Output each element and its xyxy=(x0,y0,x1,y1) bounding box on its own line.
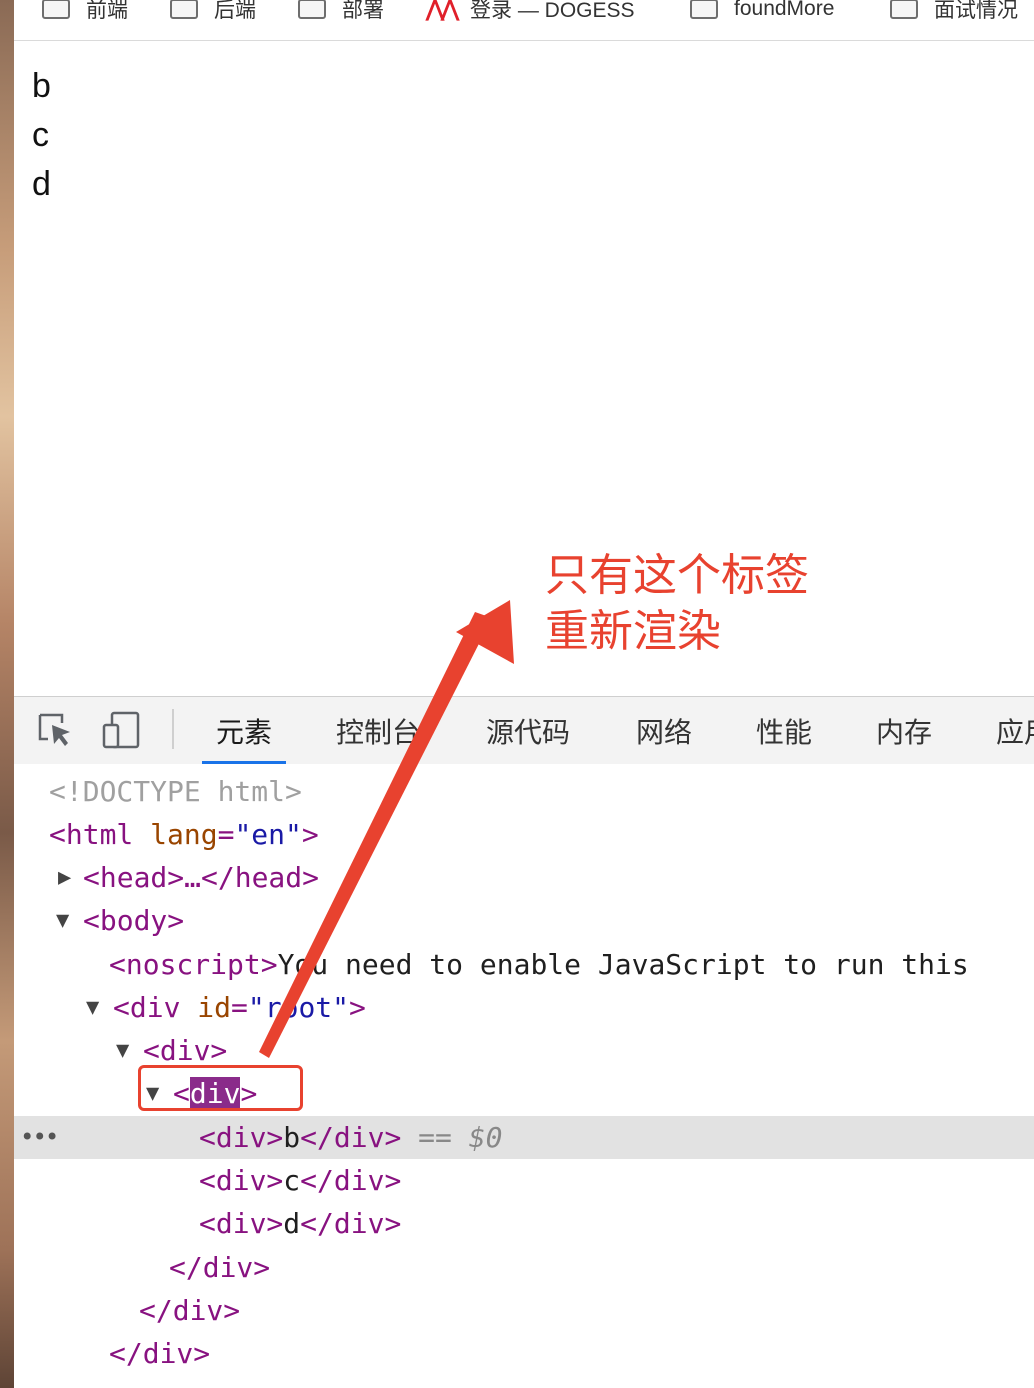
noscript-text: You need to enable JavaScript to run thi… xyxy=(277,948,969,981)
arrow-head xyxy=(456,600,514,664)
bookmark-interview[interactable]: 面试情况 xyxy=(890,0,1018,24)
more-options-icon[interactable]: ••• xyxy=(20,1116,59,1159)
body-tag: <body> xyxy=(83,904,185,937)
tab-elements[interactable]: 元素 xyxy=(201,697,287,765)
head-tag: <head>…</head> xyxy=(83,861,320,894)
site-logo-icon: ⋀⋀ xyxy=(426,0,459,21)
dom-node-head[interactable]: ▶ <head>…</head> xyxy=(14,856,1034,899)
close-tag: </div> xyxy=(109,1337,211,1370)
bookmark-dogess-login[interactable]: ⋀⋀ 登录 — DOGESS xyxy=(426,0,635,24)
device-toolbar-icon[interactable] xyxy=(102,711,142,751)
dom-node-close-root[interactable]: </div> xyxy=(14,1332,1034,1375)
collapse-triangle-icon[interactable]: ▼ xyxy=(116,1029,136,1072)
tag-text: <div> xyxy=(199,1121,284,1154)
annotation-line-2: 重新渲染 xyxy=(545,606,721,657)
tag-text: <div> xyxy=(199,1164,284,1197)
folder-icon xyxy=(42,0,70,19)
tab-application[interactable]: 应用 xyxy=(996,697,1034,765)
div-c-tag: <div>c</div> xyxy=(199,1159,401,1202)
bookmarks-bar: 前端 后端 部署 ⋀⋀ 登录 — DOGESS foundMore 面试情况 xyxy=(14,0,1034,41)
html-tag: <html lang="en"> xyxy=(49,818,319,851)
attr-value: "en" xyxy=(234,818,302,851)
close-tag: </div> xyxy=(169,1251,271,1284)
folder-icon xyxy=(170,0,198,19)
tab-network[interactable]: 网络 xyxy=(636,697,692,765)
dom-node-div-d[interactable]: <div>d</div> xyxy=(14,1202,1034,1245)
bookmark-label: 部署 xyxy=(342,0,384,22)
tab-memory[interactable]: 内存 xyxy=(876,697,932,765)
dom-node-noscript[interactable]: <noscript>You need to enable JavaScript … xyxy=(14,943,1034,986)
bookmark-label: 面试情况 xyxy=(934,0,1018,22)
page-content: b c d xyxy=(32,62,51,209)
tag-text: <html xyxy=(49,818,134,851)
content-line-d: d xyxy=(32,165,51,203)
attr-name: id xyxy=(197,991,232,1024)
node-text: c xyxy=(283,1164,301,1197)
close-tag: </div> xyxy=(139,1294,241,1327)
doctype-text: <!DOCTYPE html> xyxy=(49,775,302,808)
dom-node-close-outer[interactable]: </div> xyxy=(14,1289,1034,1332)
bookmark-label: 登录 — DOGESS xyxy=(470,0,635,22)
tab-console[interactable]: 控制台 xyxy=(336,697,420,765)
tag-text: </div> xyxy=(300,1121,402,1154)
annotation-text: 只有这个标签 重新渲染 xyxy=(545,548,809,660)
collapse-triangle-icon[interactable]: ▼ xyxy=(86,986,106,1029)
bookmark-label: 后端 xyxy=(214,0,256,22)
expand-triangle-icon[interactable]: ▶ xyxy=(58,856,78,899)
tag-text: <div xyxy=(113,991,181,1024)
tab-sources[interactable]: 源代码 xyxy=(486,697,570,765)
inspect-element-icon[interactable] xyxy=(36,711,76,751)
dom-node-div-b-selected[interactable]: ••• <div>b</div> == $0 xyxy=(14,1116,1034,1159)
bookmark-frontend[interactable]: 前端 xyxy=(42,0,128,24)
tag-text: > xyxy=(301,818,319,851)
bookmark-backend[interactable]: 后端 xyxy=(170,0,256,24)
bookmark-label: foundMore xyxy=(734,0,835,20)
folder-icon xyxy=(690,0,718,19)
dom-node-doctype[interactable]: <!DOCTYPE html> xyxy=(14,770,1034,813)
annotation-line-1: 只有这个标签 xyxy=(545,550,809,601)
dom-node-close-inner[interactable]: </div> xyxy=(14,1246,1034,1289)
node-text: b xyxy=(283,1121,301,1154)
collapse-triangle-icon[interactable]: ▼ xyxy=(56,899,76,942)
folder-icon xyxy=(298,0,326,19)
noscript-tag: <noscript>You need to enable JavaScript … xyxy=(109,943,969,986)
div-b-tag: <div>b</div> == $0 xyxy=(199,1116,502,1159)
selected-marker: == xyxy=(418,1121,452,1154)
tag-text: </div> xyxy=(300,1164,402,1197)
dom-node-root-div[interactable]: ▼ <div id="root"> xyxy=(14,986,1034,1029)
folder-icon xyxy=(890,0,918,19)
bookmark-foundmore[interactable]: foundMore xyxy=(690,0,834,24)
attr-name: lang xyxy=(150,818,218,851)
tag-text: > xyxy=(349,991,366,1024)
desktop-wallpaper xyxy=(0,0,14,1388)
bookmark-deploy[interactable]: 部署 xyxy=(298,0,384,24)
toolbar-separator xyxy=(172,709,174,749)
tab-performance[interactable]: 性能 xyxy=(756,697,812,765)
devtools-toolbar: 元素 控制台 源代码 网络 性能 内存 应用 xyxy=(14,696,1034,766)
dom-node-html[interactable]: <html lang="en"> xyxy=(14,813,1034,856)
node-text: d xyxy=(283,1207,301,1240)
content-line-c: c xyxy=(32,116,49,154)
dom-node-div-c[interactable]: <div>c</div> xyxy=(14,1159,1034,1202)
bookmark-label: 前端 xyxy=(86,0,128,22)
tag-text: </div> xyxy=(300,1207,402,1240)
attr-value: "root" xyxy=(247,991,350,1024)
annotation-highlight-box xyxy=(138,1065,303,1111)
tag-text: <noscript> xyxy=(109,948,278,981)
tag-text: <div> xyxy=(199,1207,284,1240)
selected-ref: $0 xyxy=(468,1121,503,1154)
root-div-tag: <div id="root"> xyxy=(113,991,366,1024)
dom-node-body[interactable]: ▼ <body> xyxy=(14,899,1034,942)
content-line-b: b xyxy=(32,67,51,105)
div-d-tag: <div>d</div> xyxy=(199,1202,401,1245)
